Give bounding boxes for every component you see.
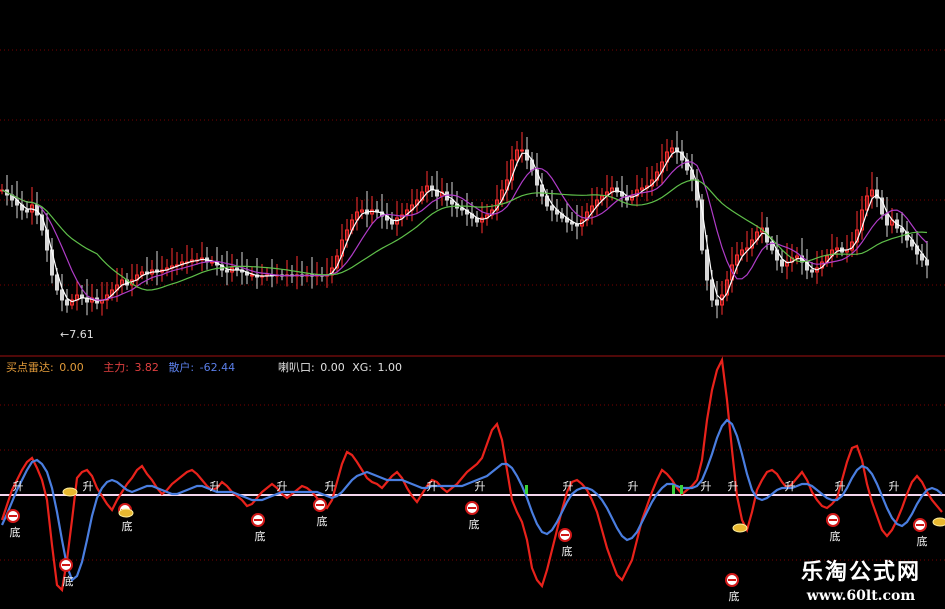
candle-body [810,269,814,273]
candle-body [210,261,214,264]
xg-value: 1.00 [377,361,402,374]
rise-marker: 升 [83,480,94,493]
candle-body [65,299,69,306]
bottom-marker-label: 底 [830,529,841,543]
blue-indicator-line [0,418,943,582]
bottom-marker-label: 底 [562,544,573,558]
rise-marker: 升 [728,480,739,493]
rise-marker: 升 [427,480,438,493]
candle-body [225,269,229,273]
rise-marker: 升 [210,480,221,493]
candle-body [710,279,714,301]
rise-marker: 升 [785,480,796,493]
rise-marker: 升 [563,480,574,493]
rise-marker: 升 [325,480,336,493]
horn-label: 喇叭口: [278,361,315,374]
bottom-marker-label: 底 [729,589,740,603]
retail-label: 散户: [168,361,195,374]
bottom-marker-label: 底 [255,529,266,543]
buy-radar-value: 0.00 [59,361,84,374]
rise-marker: 升 [889,480,900,493]
gold-ingot-icon [932,517,945,527]
rise-marker: 升 [277,480,288,493]
bottom-marker-label: 底 [317,514,328,528]
green-signal-bar [525,485,528,494]
watermark-title: 乐淘公式网 [800,560,921,585]
main-force-label: 主力: [103,361,129,374]
ma-magenta-line [1,161,928,301]
gold-ingot-icon [118,508,134,518]
candle-body [550,205,554,211]
bottom-marker-label: 底 [122,519,133,533]
rise-marker: 升 [475,480,486,493]
horn-value: 0.00 [320,361,345,374]
indicator-lines [0,356,945,593]
indicator-header-right: 喇叭口: 0.00 XG: 1.00 [278,360,402,376]
bottom-marker-label: 底 [917,534,928,548]
gold-ingot-icon [732,523,748,533]
candle-body [250,274,254,277]
green-signal-bar [680,485,683,494]
candle-body [25,209,29,213]
gold-ingot-icon [62,487,78,497]
candle-body [780,259,784,267]
watermark-url: www.60lt.com [806,588,916,604]
rise-marker: 升 [835,480,846,493]
candle-body [715,299,719,306]
price-low-annotation: ←7.61 [60,328,94,341]
buy-radar-label: 买点雷达: [6,361,54,374]
candle-body [705,249,709,281]
ma-white-line [1,150,928,303]
main-force-value: 3.82 [134,361,159,374]
bottom-marker-label: 底 [469,517,480,531]
candle-body [885,213,889,226]
rise-marker: 升 [628,480,639,493]
retail-value: -62.44 [199,361,236,374]
watermark: 乐淘公式网 www.60lt.com [801,559,921,605]
stock-indicator-chart: 升升升升升升升升升升升升升升底底底底底 底底底底底 [0,49,945,603]
candle-body [520,149,524,152]
bottom-marker-label: 底 [63,574,74,588]
xg-label: XG: [352,361,372,374]
price-candles [0,131,929,319]
red-indicator-line [0,356,943,593]
rise-marker: 升 [701,480,712,493]
candle-body [925,259,929,266]
rise-marker: 升 [13,480,24,493]
green-signal-bar [672,485,675,494]
indicator-header: 买点雷达: 0.00 主力: 3.82 散户: -62.44 [6,360,235,376]
bottom-marker-label: 底 [10,525,21,539]
moving-averages [1,150,928,303]
